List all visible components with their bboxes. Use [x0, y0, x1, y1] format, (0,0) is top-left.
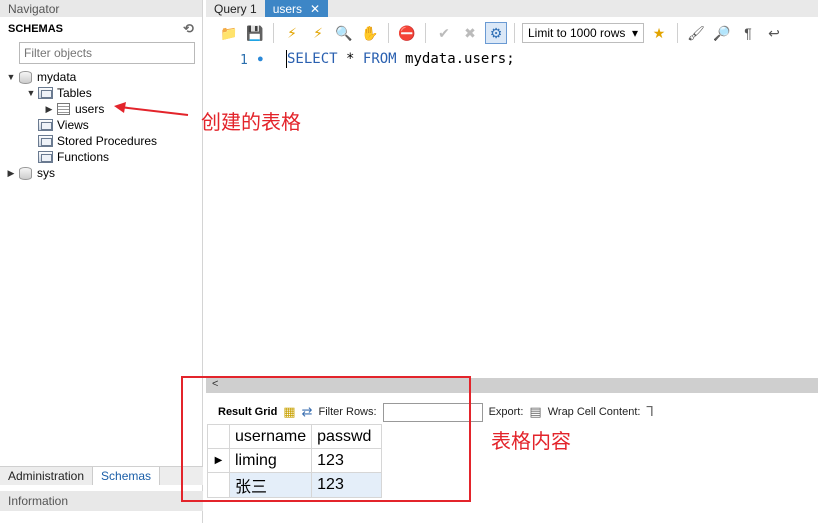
stop-icon[interactable]: ✋: [359, 22, 381, 44]
tree-item-tables[interactable]: ▼ Tables: [26, 85, 92, 101]
database-icon: [19, 70, 32, 84]
sql-star: *: [346, 51, 355, 67]
tree-label: Stored Procedures: [57, 134, 158, 148]
export-label: Export:: [488, 406, 524, 418]
separator: [677, 23, 678, 43]
editor-gutter: 1 ●: [206, 48, 282, 378]
save-icon[interactable]: 💾: [244, 22, 266, 44]
sql-toolbar: 📁 💾 ⚡ ⚡ 🔍 ✋ ⛔ ✔ ✖ ⚙ Limit to 1000 rows ▾…: [206, 18, 818, 48]
expand-right-icon[interactable]: ▶: [44, 104, 54, 115]
sql-keyword-select: SELECT: [287, 51, 338, 67]
annotation-arrow-icon: [114, 102, 189, 116]
sql-statement[interactable]: SELECT * FROM mydata.users;: [287, 51, 515, 67]
folder-icon: [38, 87, 53, 99]
folder-icon: [38, 119, 53, 131]
rollback-icon[interactable]: ✖: [459, 22, 481, 44]
annotation-table-content: 表格内容: [491, 429, 571, 453]
information-header: Information: [0, 491, 203, 511]
separator: [514, 23, 515, 43]
wrap-cell-icon[interactable]: Ꞁ: [646, 404, 653, 420]
table-icon: [57, 103, 70, 115]
expand-down-icon[interactable]: ▼: [6, 72, 16, 82]
folder-icon: [38, 135, 53, 147]
tree-label: mydata: [37, 70, 77, 84]
schemas-title: SCHEMAS: [8, 23, 64, 35]
refresh-icon[interactable]: ⟲: [183, 21, 194, 37]
navigator-tabs: Administration Schemas: [0, 466, 203, 485]
schemas-bar: SCHEMAS ⟲: [0, 17, 202, 41]
separator: [388, 23, 389, 43]
folder-icon: [38, 151, 53, 163]
tree-label: sys: [37, 166, 55, 180]
annotation-table-created: 创建的表格: [201, 110, 301, 134]
sql-table-ref: mydata.users;: [405, 51, 515, 67]
tab-users[interactable]: users ✕: [264, 0, 329, 17]
tree-item-sys[interactable]: ▶ sys: [6, 165, 55, 181]
tab-label: users: [272, 1, 303, 16]
expand-right-icon[interactable]: ▶: [6, 168, 16, 179]
autocommit-icon[interactable]: ⚙: [485, 22, 507, 44]
limit-rows-value: Limit to 1000 rows: [528, 26, 626, 40]
export-icon[interactable]: ▤: [529, 404, 541, 420]
close-icon[interactable]: ✕: [310, 2, 320, 16]
tree-item-mydata[interactable]: ▼ mydata: [6, 69, 77, 85]
annotation-highlight-box: [181, 376, 471, 502]
execute-current-icon[interactable]: ⚡: [307, 22, 329, 44]
execute-icon[interactable]: ⚡: [281, 22, 303, 44]
separator: [273, 23, 274, 43]
toggle-error-icon[interactable]: ⛔: [396, 22, 418, 44]
tab-label: Query 1: [214, 1, 257, 16]
find-icon[interactable]: 🔎: [711, 22, 733, 44]
tab-administration[interactable]: Administration: [0, 467, 92, 485]
tree-item-functions[interactable]: Functions: [36, 149, 109, 165]
tree-label: Views: [57, 118, 89, 132]
navigator-header: Navigator: [0, 0, 202, 17]
tab-schemas[interactable]: Schemas: [92, 467, 161, 485]
chevron-down-icon: ▾: [631, 26, 638, 40]
explain-icon[interactable]: 🔍: [333, 22, 355, 44]
tree-label: Functions: [57, 150, 110, 164]
beautify-icon[interactable]: 🖌: [685, 22, 707, 44]
tree-item-views[interactable]: Views: [36, 117, 89, 133]
wrap-cell-label: Wrap Cell Content:: [547, 406, 641, 418]
statement-marker-icon: ●: [257, 53, 264, 65]
navigator-panel: Navigator SCHEMAS ⟲ ▼ mydata ▼ Tables ▶ …: [0, 0, 203, 523]
editor-tab-strip: Query 1 users ✕: [206, 0, 818, 17]
database-icon: [19, 166, 32, 180]
tree-item-stored-procedures[interactable]: Stored Procedures: [36, 133, 157, 149]
bookmark-star-icon[interactable]: ★: [648, 22, 670, 44]
filter-objects-input[interactable]: [19, 42, 195, 64]
separator: [425, 23, 426, 43]
tab-query-1[interactable]: Query 1: [206, 0, 265, 17]
tree-item-users[interactable]: ▶ users: [44, 101, 105, 117]
line-number: 1: [240, 53, 248, 68]
sql-editor[interactable]: 1 ● SELECT * FROM mydata.users;: [206, 48, 818, 378]
wrap-lines-icon[interactable]: ↩: [763, 22, 785, 44]
expand-down-icon[interactable]: ▼: [26, 88, 36, 98]
invisible-chars-icon[interactable]: ¶: [737, 22, 759, 44]
limit-rows-select[interactable]: Limit to 1000 rows ▾: [522, 23, 644, 43]
tree-label: Tables: [57, 86, 92, 100]
commit-icon[interactable]: ✔: [433, 22, 455, 44]
tree-label: users: [75, 102, 105, 116]
open-file-icon[interactable]: 📁: [218, 22, 240, 44]
sql-keyword-from: FROM: [362, 51, 397, 67]
